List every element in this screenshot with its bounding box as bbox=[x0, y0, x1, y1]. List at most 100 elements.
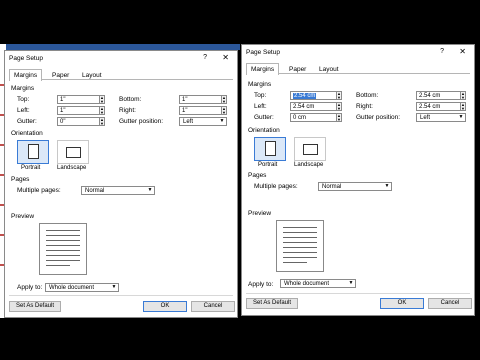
portrait-page-icon bbox=[265, 141, 276, 156]
preview-line bbox=[46, 265, 70, 266]
title-bar: Page Setup ? ✕ bbox=[5, 51, 237, 66]
gutter-label: Gutter: bbox=[17, 118, 37, 125]
help-button[interactable]: ? bbox=[440, 48, 444, 55]
right-margin-value: 2.54 cm bbox=[419, 104, 441, 110]
portrait-label: Portrait bbox=[21, 165, 41, 171]
preview-line bbox=[46, 260, 80, 261]
left-margin-input[interactable]: 1" ▲ ▼ bbox=[57, 106, 105, 115]
page-setup-dialog-inches: Page Setup ? ✕ Margins Paper Layout Marg… bbox=[4, 50, 238, 318]
gutter-value: 0" bbox=[60, 119, 66, 125]
apply-to-select[interactable]: Whole document ▼ bbox=[45, 283, 119, 292]
preview-line bbox=[46, 240, 80, 241]
apply-to-label: Apply to: bbox=[17, 284, 43, 291]
page-setup-dialog-cm: Page Setup ? ✕ Margins Paper Layout Marg… bbox=[241, 44, 475, 316]
right-label: Right: bbox=[356, 103, 373, 110]
spin-arrows-icon[interactable]: ▲ ▼ bbox=[99, 95, 105, 104]
chevron-down-icon: ▼ bbox=[219, 118, 225, 124]
margins-heading: Margins bbox=[11, 85, 35, 92]
tab-margins[interactable]: Margins bbox=[246, 63, 280, 75]
orientation-heading: Orientation bbox=[248, 127, 280, 134]
preview-line bbox=[46, 250, 80, 251]
gutter-input[interactable]: 0" ▲ ▼ bbox=[57, 117, 105, 126]
right-margin-input[interactable]: 2.54 cm ▲ ▼ bbox=[416, 102, 466, 111]
bottom-margin-input[interactable]: 1" ▲ ▼ bbox=[179, 95, 227, 104]
top-label: Top: bbox=[17, 96, 30, 103]
portrait-button[interactable] bbox=[254, 137, 286, 161]
video-letterbox-bottom bbox=[0, 318, 480, 360]
portrait-label: Portrait bbox=[258, 162, 278, 168]
right-margin-input[interactable]: 1" ▲ ▼ bbox=[179, 106, 227, 115]
apply-to-value: Whole document bbox=[49, 285, 95, 291]
tab-margins[interactable]: Margins bbox=[9, 69, 43, 81]
spin-arrows-icon[interactable]: ▲ ▼ bbox=[221, 95, 227, 104]
margins-heading: Margins bbox=[248, 81, 272, 88]
spin-arrows-icon[interactable]: ▲ ▼ bbox=[99, 106, 105, 115]
portrait-button[interactable] bbox=[17, 140, 49, 164]
landscape-button[interactable] bbox=[294, 137, 326, 161]
spin-arrows-icon[interactable]: ▲ ▼ bbox=[336, 91, 342, 100]
landscape-label: Landscape bbox=[294, 162, 324, 168]
bottom-margin-value: 2.54 cm bbox=[419, 93, 441, 99]
preview-line bbox=[283, 232, 317, 233]
gutter-label: Gutter: bbox=[254, 114, 274, 121]
tab-paper[interactable]: Paper bbox=[47, 69, 74, 80]
gutter-input[interactable]: 0 cm ▲ ▼ bbox=[290, 113, 342, 122]
landscape-page-icon bbox=[303, 144, 318, 155]
spin-arrows-icon[interactable]: ▲ ▼ bbox=[221, 106, 227, 115]
top-margin-value: 1" bbox=[60, 97, 66, 103]
spin-arrows-icon[interactable]: ▲ ▼ bbox=[460, 91, 466, 100]
preview-line bbox=[283, 257, 317, 258]
chevron-down-icon: ▼ bbox=[458, 114, 464, 120]
divider bbox=[9, 295, 233, 296]
preview-line bbox=[283, 252, 317, 253]
multiple-pages-value: Normal bbox=[322, 184, 342, 190]
preview-line bbox=[283, 247, 317, 248]
landscape-button[interactable] bbox=[57, 140, 89, 164]
gutter-position-value: Left bbox=[420, 115, 431, 121]
set-as-default-button[interactable]: Set As Default bbox=[9, 301, 61, 312]
left-label: Left: bbox=[17, 107, 30, 114]
landscape-page-icon bbox=[66, 147, 81, 158]
tab-layout[interactable]: Layout bbox=[77, 69, 107, 80]
multiple-pages-label: Multiple pages: bbox=[254, 183, 298, 190]
top-margin-input[interactable]: 2.54 cm ▲ ▼ bbox=[290, 91, 342, 100]
tab-strip: Margins Paper Layout bbox=[246, 63, 470, 75]
gutter-position-select[interactable]: Left ▼ bbox=[179, 117, 227, 126]
close-button[interactable]: ✕ bbox=[459, 47, 466, 56]
spin-arrows-icon[interactable]: ▲ ▼ bbox=[336, 102, 342, 111]
preview-heading: Preview bbox=[248, 210, 272, 217]
ok-button[interactable]: OK bbox=[143, 301, 187, 312]
multiple-pages-select[interactable]: Normal ▼ bbox=[318, 182, 392, 191]
preview-line bbox=[46, 230, 80, 231]
ok-button[interactable]: OK bbox=[380, 298, 424, 309]
spin-arrows-icon[interactable]: ▲ ▼ bbox=[460, 102, 466, 111]
apply-to-label: Apply to: bbox=[248, 281, 274, 288]
preview-line bbox=[283, 242, 317, 243]
cancel-button[interactable]: Cancel bbox=[428, 298, 472, 309]
left-margin-input[interactable]: 2.54 cm ▲ ▼ bbox=[290, 102, 342, 111]
dialog-title: Page Setup bbox=[246, 49, 280, 56]
close-button[interactable]: ✕ bbox=[222, 53, 229, 62]
multiple-pages-label: Multiple pages: bbox=[17, 187, 61, 194]
multiple-pages-select[interactable]: Normal ▼ bbox=[81, 186, 155, 195]
multiple-pages-value: Normal bbox=[85, 188, 105, 194]
chevron-down-icon: ▼ bbox=[348, 280, 354, 286]
set-as-default-button[interactable]: Set As Default bbox=[246, 298, 298, 309]
apply-to-value: Whole document bbox=[284, 281, 330, 287]
spin-arrows-icon[interactable]: ▲ ▼ bbox=[336, 113, 342, 122]
pages-heading: Pages bbox=[11, 176, 30, 183]
cancel-button[interactable]: Cancel bbox=[191, 301, 235, 312]
apply-to-select[interactable]: Whole document ▼ bbox=[280, 279, 356, 288]
preview-line bbox=[46, 255, 80, 256]
preview-line bbox=[283, 237, 317, 238]
tab-strip: Margins Paper Layout bbox=[9, 69, 233, 81]
spin-arrows-icon[interactable]: ▲ ▼ bbox=[99, 117, 105, 126]
title-bar: Page Setup ? ✕ bbox=[242, 45, 474, 60]
help-button[interactable]: ? bbox=[203, 54, 207, 61]
gutter-position-select[interactable]: Left ▼ bbox=[416, 113, 466, 122]
tab-layout[interactable]: Layout bbox=[314, 63, 344, 74]
tab-paper[interactable]: Paper bbox=[284, 63, 311, 74]
preview-line bbox=[283, 227, 317, 228]
top-margin-input[interactable]: 1" ▲ ▼ bbox=[57, 95, 105, 104]
bottom-margin-input[interactable]: 2.54 cm ▲ ▼ bbox=[416, 91, 466, 100]
